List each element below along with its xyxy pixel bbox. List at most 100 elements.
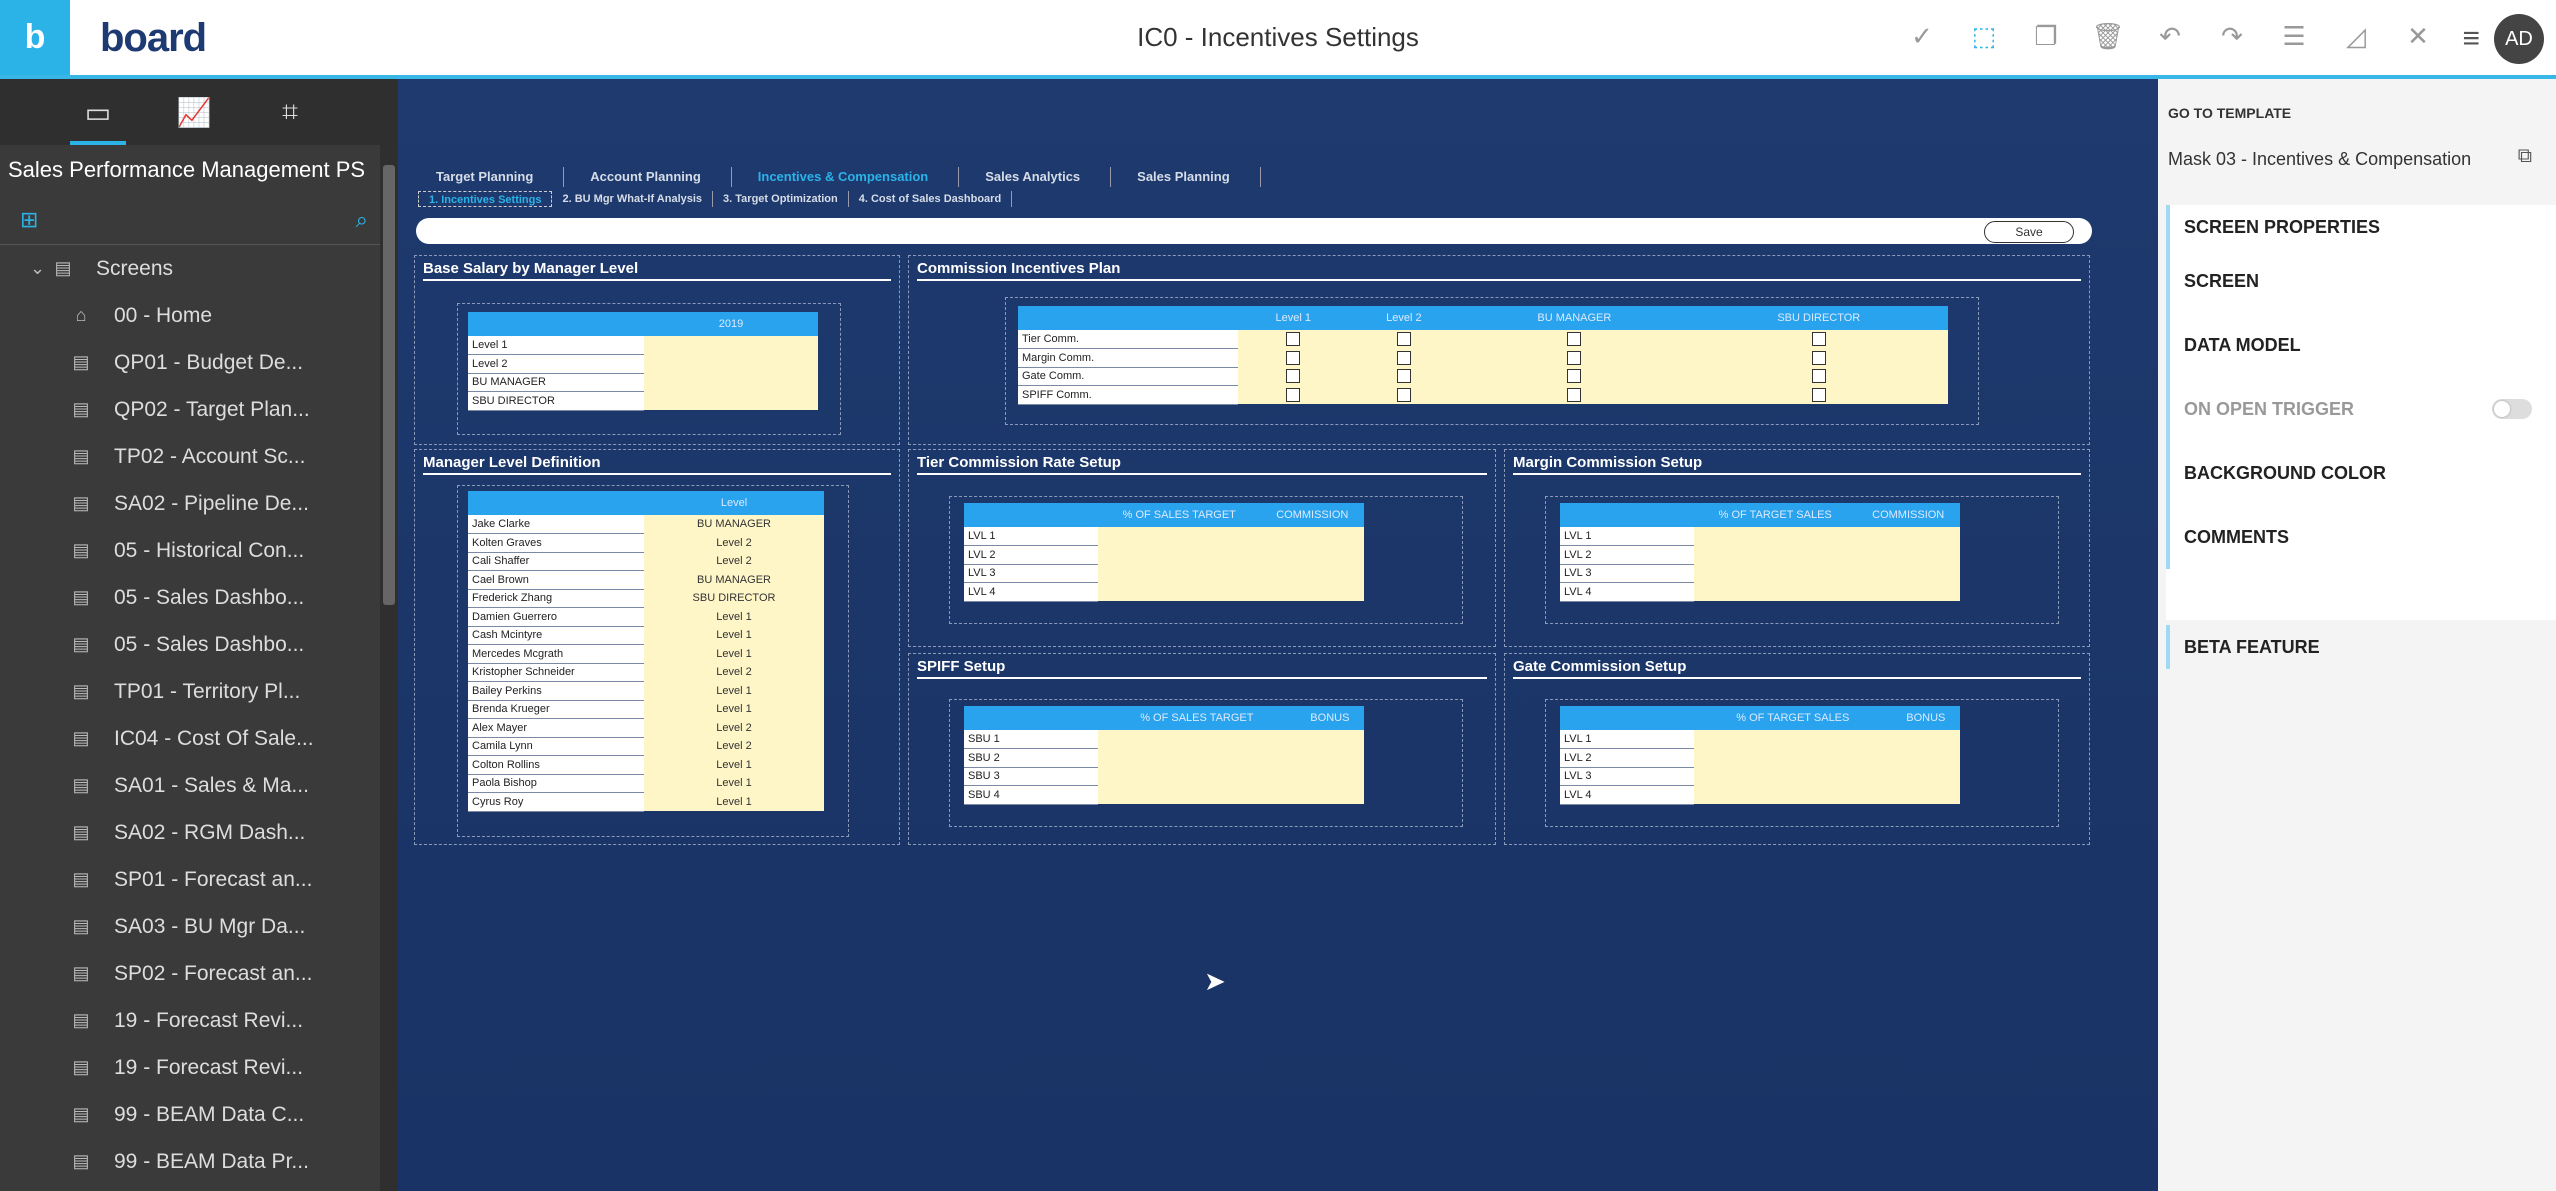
checkbox[interactable] xyxy=(1286,387,1301,402)
value-cell[interactable] xyxy=(1295,730,1364,749)
value-cell[interactable] xyxy=(1891,730,1960,749)
checkbox[interactable] xyxy=(1567,332,1582,347)
property-item[interactable]: ON OPEN TRIGGER xyxy=(2166,377,2556,441)
hamburger-menu-icon[interactable]: ≡ xyxy=(2462,22,2480,56)
beta-feature[interactable]: BETA FEATURE xyxy=(2166,625,2556,669)
ruler-icon[interactable]: ◿ xyxy=(2338,18,2374,54)
checkbox[interactable] xyxy=(1286,332,1301,347)
sidebar-scrollbar[interactable] xyxy=(380,145,398,1191)
checkbox[interactable] xyxy=(1396,332,1411,347)
sidebar-item[interactable]: ▤ QP01 - Budget De... xyxy=(0,339,398,386)
level-cell[interactable]: Level 1 xyxy=(644,792,824,811)
redo-icon[interactable]: ↷ xyxy=(2214,18,2250,54)
sidebar-item[interactable]: ▤ TP02 - Account Sc... xyxy=(0,433,398,480)
value-cell[interactable] xyxy=(1098,767,1296,786)
on-open-trigger-toggle[interactable] xyxy=(2492,399,2532,419)
checkbox[interactable] xyxy=(1567,369,1582,384)
value-cell[interactable] xyxy=(1694,767,1892,786)
sidebar-item[interactable]: ▤ 99 - BEAM Data Pr... xyxy=(0,1138,398,1185)
sidebar-item[interactable]: ▤ 19 - Forecast Revi... xyxy=(0,1044,398,1091)
sub-nav-tab[interactable]: 1. Incentives Settings xyxy=(418,191,553,207)
design-mode-icon[interactable]: ⬚ xyxy=(1966,18,2002,54)
save-button[interactable]: Save xyxy=(1984,221,2074,243)
screens-tab-icon[interactable]: ▭ xyxy=(70,79,126,145)
value-cell[interactable] xyxy=(1694,564,1857,583)
sub-nav-tab[interactable]: 4. Cost of Sales Dashboard xyxy=(849,191,1013,207)
value-cell[interactable] xyxy=(1098,545,1261,564)
main-nav-tab[interactable]: Sales Planning xyxy=(1137,167,1261,187)
template-mask-link[interactable]: Mask 03 - Incentives & Compensation xyxy=(2168,149,2471,170)
checkbox[interactable] xyxy=(1396,369,1411,384)
sidebar-item[interactable]: ▤ TP01 - Territory Pl... xyxy=(0,668,398,715)
sidebar-item[interactable]: ▤ SA02 - RGM Dash... xyxy=(0,809,398,856)
main-nav-tab[interactable]: Account Planning xyxy=(590,167,732,187)
sub-nav-tab[interactable]: 2. BU Mgr What-If Analysis xyxy=(552,191,714,207)
sidebar-item[interactable]: ▤ SA02 - Pipeline De... xyxy=(0,480,398,527)
checkbox[interactable] xyxy=(1286,350,1301,365)
layout-tab-icon[interactable]: ⌗ xyxy=(262,79,318,145)
avatar[interactable]: AD xyxy=(2494,14,2544,64)
sidebar-item[interactable]: ▤ SP02 - Forecast an... xyxy=(0,950,398,997)
property-item[interactable]: BACKGROUND COLOR xyxy=(2166,441,2556,505)
chart-tab-icon[interactable]: 📈 xyxy=(166,79,222,145)
value-cell[interactable] xyxy=(1856,527,1960,546)
sidebar-item[interactable]: ▤ 05 - Sales Dashbo... xyxy=(0,574,398,621)
level-cell[interactable]: Level 1 xyxy=(644,644,824,663)
value-cell[interactable] xyxy=(1098,527,1261,546)
value-cell[interactable] xyxy=(1098,785,1296,804)
value-cell[interactable] xyxy=(644,391,818,410)
property-item[interactable]: SCREEN xyxy=(2166,249,2556,313)
value-cell[interactable] xyxy=(1891,767,1960,786)
close-icon[interactable]: ✕ xyxy=(2400,18,2436,54)
checkbox[interactable] xyxy=(1811,369,1826,384)
checkbox[interactable] xyxy=(1811,350,1826,365)
value-cell[interactable] xyxy=(1856,582,1960,601)
property-item[interactable]: DATA MODEL xyxy=(2166,313,2556,377)
value-cell[interactable] xyxy=(1260,527,1364,546)
value-cell[interactable] xyxy=(1694,785,1892,804)
checkbox[interactable] xyxy=(1811,332,1826,347)
sidebar-item[interactable]: ▤ SP01 - Forecast an... xyxy=(0,856,398,903)
level-cell[interactable]: Level 1 xyxy=(644,755,824,774)
checkbox[interactable] xyxy=(1811,387,1826,402)
value-cell[interactable] xyxy=(1694,582,1857,601)
level-cell[interactable]: Level 2 xyxy=(644,737,824,756)
value-cell[interactable] xyxy=(1098,748,1296,767)
main-nav-tab[interactable]: Target Planning xyxy=(436,167,565,187)
value-cell[interactable] xyxy=(1098,730,1296,749)
value-cell[interactable] xyxy=(1260,545,1364,564)
value-cell[interactable] xyxy=(1098,582,1261,601)
sidebar-item[interactable]: ▤ SA01 - Sales & Ma... xyxy=(0,762,398,809)
level-cell[interactable]: BU MANAGER xyxy=(644,515,824,534)
check-icon[interactable]: ✓ xyxy=(1904,18,1940,54)
value-cell[interactable] xyxy=(1694,748,1892,767)
sidebar-item[interactable]: ▤ 99 - BEAM Data C... xyxy=(0,1091,398,1138)
level-cell[interactable]: Level 1 xyxy=(644,774,824,793)
value-cell[interactable] xyxy=(644,373,818,392)
value-cell[interactable] xyxy=(1694,527,1857,546)
value-cell[interactable] xyxy=(644,354,818,373)
level-cell[interactable]: Level 2 xyxy=(644,533,824,552)
value-cell[interactable] xyxy=(1260,564,1364,583)
sidebar-item[interactable]: ▤ 05 - Sales Dashbo... xyxy=(0,621,398,668)
value-cell[interactable] xyxy=(1295,785,1364,804)
checkbox[interactable] xyxy=(1396,387,1411,402)
copy-icon[interactable]: ❐ xyxy=(2028,18,2064,54)
level-cell[interactable]: SBU DIRECTOR xyxy=(644,589,824,608)
level-cell[interactable]: Level 2 xyxy=(644,552,824,571)
value-cell[interactable] xyxy=(1260,582,1364,601)
level-cell[interactable]: Level 1 xyxy=(644,626,824,645)
level-cell[interactable]: Level 1 xyxy=(644,607,824,626)
value-cell[interactable] xyxy=(1891,785,1960,804)
template-icon[interactable]: ⧉ xyxy=(2518,145,2532,168)
main-nav-tab[interactable]: Incentives & Compensation xyxy=(758,167,960,187)
sidebar-item[interactable]: ▤ QP02 - Target Plan... xyxy=(0,386,398,433)
checkbox[interactable] xyxy=(1286,369,1301,384)
checkbox[interactable] xyxy=(1567,350,1582,365)
level-cell[interactable]: Level 2 xyxy=(644,718,824,737)
sidebar-item[interactable]: ▤ 19 - Forecast Revi... xyxy=(0,997,398,1044)
value-cell[interactable] xyxy=(1295,748,1364,767)
sidebar-item[interactable]: ▤ SA03 - BU Mgr Da... xyxy=(0,903,398,950)
level-cell[interactable]: Level 2 xyxy=(644,663,824,682)
trash-icon[interactable]: 🗑 xyxy=(2090,18,2126,54)
